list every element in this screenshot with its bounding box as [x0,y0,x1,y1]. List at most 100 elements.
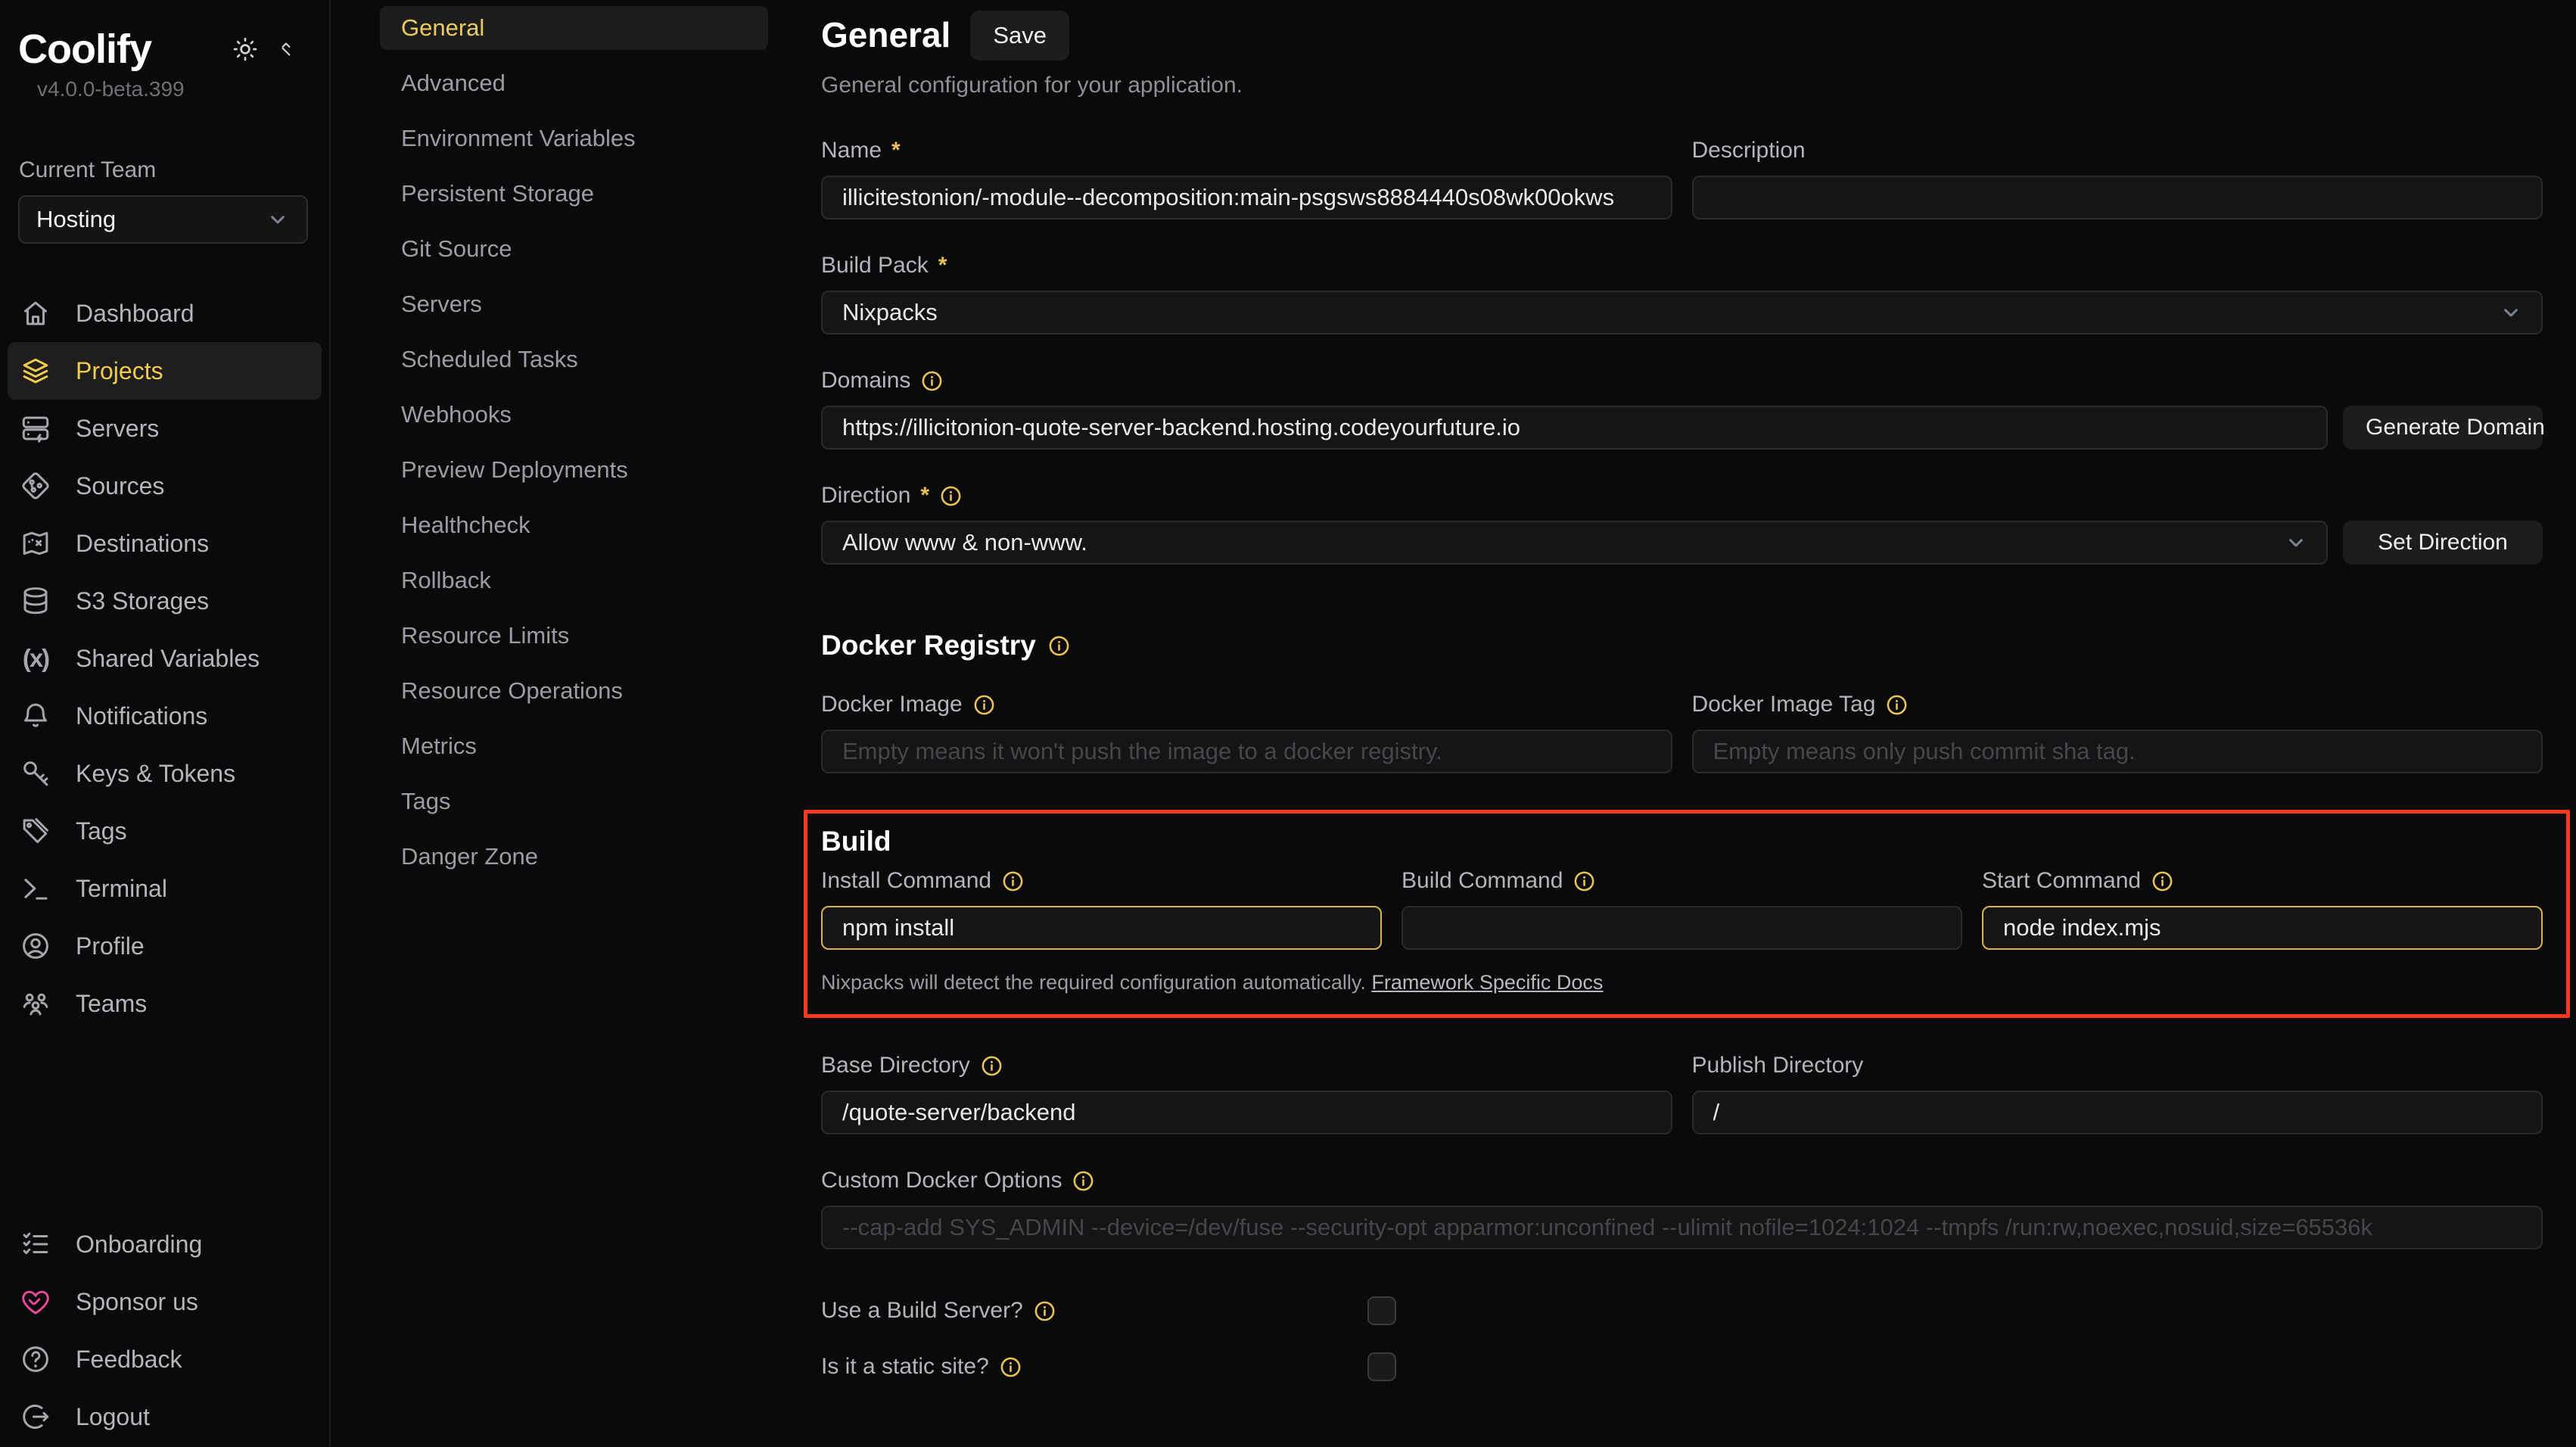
install-command-label: Install Command [821,868,1382,894]
custom-docker-options-label: Custom Docker Options [821,1168,2543,1193]
database-icon [20,585,51,617]
domains-field-group: Domains Generate Domain [821,368,2543,450]
base-directory-input[interactable] [821,1091,1672,1134]
docker-image-label: Docker Image [821,692,1672,717]
domains-input[interactable] [821,406,2328,450]
sidebar-item-destinations[interactable]: Destinations [8,515,322,572]
subnav-item-advanced[interactable]: Advanced [380,61,768,105]
theme-toggle-sun-icon[interactable] [231,35,260,67]
main-content: General Save General configuration for y… [821,0,2576,1447]
user-icon [20,930,51,962]
sidebar-item-label: Notifications [76,702,207,730]
sidebar-item-label: Terminal [76,875,167,903]
chevron-down-icon [2284,531,2308,555]
static-site-checkbox[interactable] [1367,1352,1396,1381]
build-pack-select[interactable]: Nixpacks [821,291,2543,335]
sidebar-nav: Dashboard Projects Servers Sources Desti… [0,285,329,1032]
chevron-up-down-icon[interactable] [275,38,297,64]
sidebar-item-servers[interactable]: Servers [8,400,322,457]
publish-directory-input[interactable] [1692,1091,2543,1134]
map-icon [20,527,51,559]
sidebar-item-sources[interactable]: Sources [8,457,322,515]
subnav-item-general[interactable]: General [380,6,768,50]
help-icon [20,1343,51,1375]
subnav-item-danger-zone[interactable]: Danger Zone [380,835,768,879]
sidebar-item-terminal[interactable]: Terminal [8,860,322,917]
direction-select[interactable]: Allow www & non-www. [821,521,2328,565]
subnav-item-environment-variables[interactable]: Environment Variables [380,117,768,160]
team-select-value: Hosting [36,206,116,233]
info-icon [1885,693,1909,717]
build-command-input[interactable] [1402,906,1962,950]
docker-image-input[interactable] [821,730,1672,773]
framework-docs-link[interactable]: Framework Specific Docs [1371,971,1603,994]
sidebar-item-label: Destinations [76,530,209,558]
install-command-input[interactable] [821,906,1382,950]
start-command-field-group: Start Command [1982,868,2543,950]
chevron-down-icon [266,207,290,232]
tag-icon [20,815,51,847]
start-command-label: Start Command [1982,868,2543,894]
sidebar-item-tags[interactable]: Tags [8,802,322,860]
sidebar-item-onboarding[interactable]: Onboarding [8,1215,322,1273]
sidebar-item-label: Profile [76,932,145,960]
subnav-item-servers[interactable]: Servers [380,282,768,326]
generate-domain-button[interactable]: Generate Domain [2343,406,2543,450]
build-pack-field-group: Build Pack * Nixpacks [821,253,2543,335]
team-icon [20,988,51,1019]
sidebar-item-projects[interactable]: Projects [8,342,322,400]
sidebar-item-teams[interactable]: Teams [8,975,322,1032]
variable-icon: (x) [20,644,51,673]
sidebar-item-keys-tokens[interactable]: Keys & Tokens [8,745,322,802]
docker-image-tag-input[interactable] [1692,730,2543,773]
domains-label: Domains [821,368,2543,394]
current-team-label: Current Team [0,157,329,183]
build-command-label: Build Command [1402,868,1962,894]
direction-label: Direction * [821,483,2543,509]
subnav-item-resource-limits[interactable]: Resource Limits [380,614,768,658]
base-directory-label: Base Directory [821,1053,1672,1078]
description-input[interactable] [1692,176,2543,219]
set-direction-button[interactable]: Set Direction [2343,521,2543,565]
subnav-item-rollback[interactable]: Rollback [380,559,768,602]
subnav-item-git-source[interactable]: Git Source [380,227,768,271]
key-icon [20,758,51,789]
page-subtitle: General configuration for your applicati… [821,73,2543,98]
subnav-item-healthcheck[interactable]: Healthcheck [380,503,768,547]
name-input[interactable] [821,176,1672,219]
settings-subnav: General Advanced Environment Variables P… [331,0,821,1447]
subnav-item-scheduled-tasks[interactable]: Scheduled Tasks [380,338,768,381]
sidebar-item-label: Sources [76,472,164,500]
subnav-item-webhooks[interactable]: Webhooks [380,393,768,437]
subnav-item-preview-deployments[interactable]: Preview Deployments [380,448,768,492]
docker-registry-heading: Docker Registry [821,630,2543,661]
subnav-item-tags[interactable]: Tags [380,780,768,823]
heart-hands-icon [20,1286,51,1318]
publish-directory-label: Publish Directory [1692,1053,2543,1078]
server-icon [20,412,51,444]
sidebar-item-shared-variables[interactable]: (x) Shared Variables [8,630,322,687]
docker-image-tag-label: Docker Image Tag [1692,692,2543,717]
sidebar-item-s3-storages[interactable]: S3 Storages [8,572,322,630]
subnav-item-resource-operations[interactable]: Resource Operations [380,669,768,713]
subnav-item-metrics[interactable]: Metrics [380,724,768,768]
sidebar-item-dashboard[interactable]: Dashboard [8,285,322,342]
build-server-checkbox[interactable] [1367,1296,1396,1325]
sidebar-item-notifications[interactable]: Notifications [8,687,322,745]
logout-icon [20,1401,51,1433]
save-button[interactable]: Save [970,11,1069,61]
docker-image-field-group: Docker Image [821,692,1672,773]
subnav-item-persistent-storage[interactable]: Persistent Storage [380,172,768,216]
custom-docker-options-input[interactable] [821,1206,2543,1249]
sidebar-item-logout[interactable]: Logout [8,1388,322,1445]
checklist-icon [20,1228,51,1260]
start-command-input[interactable] [1982,906,2543,950]
required-asterisk: * [891,138,901,163]
sidebar-item-feedback[interactable]: Feedback [8,1330,322,1388]
info-icon [980,1054,1003,1078]
base-directory-field-group: Base Directory [821,1053,1672,1134]
sidebar-item-sponsor-us[interactable]: Sponsor us [8,1273,322,1330]
terminal-icon [20,873,51,904]
sidebar-item-profile[interactable]: Profile [8,917,322,975]
team-select[interactable]: Hosting [18,195,308,244]
